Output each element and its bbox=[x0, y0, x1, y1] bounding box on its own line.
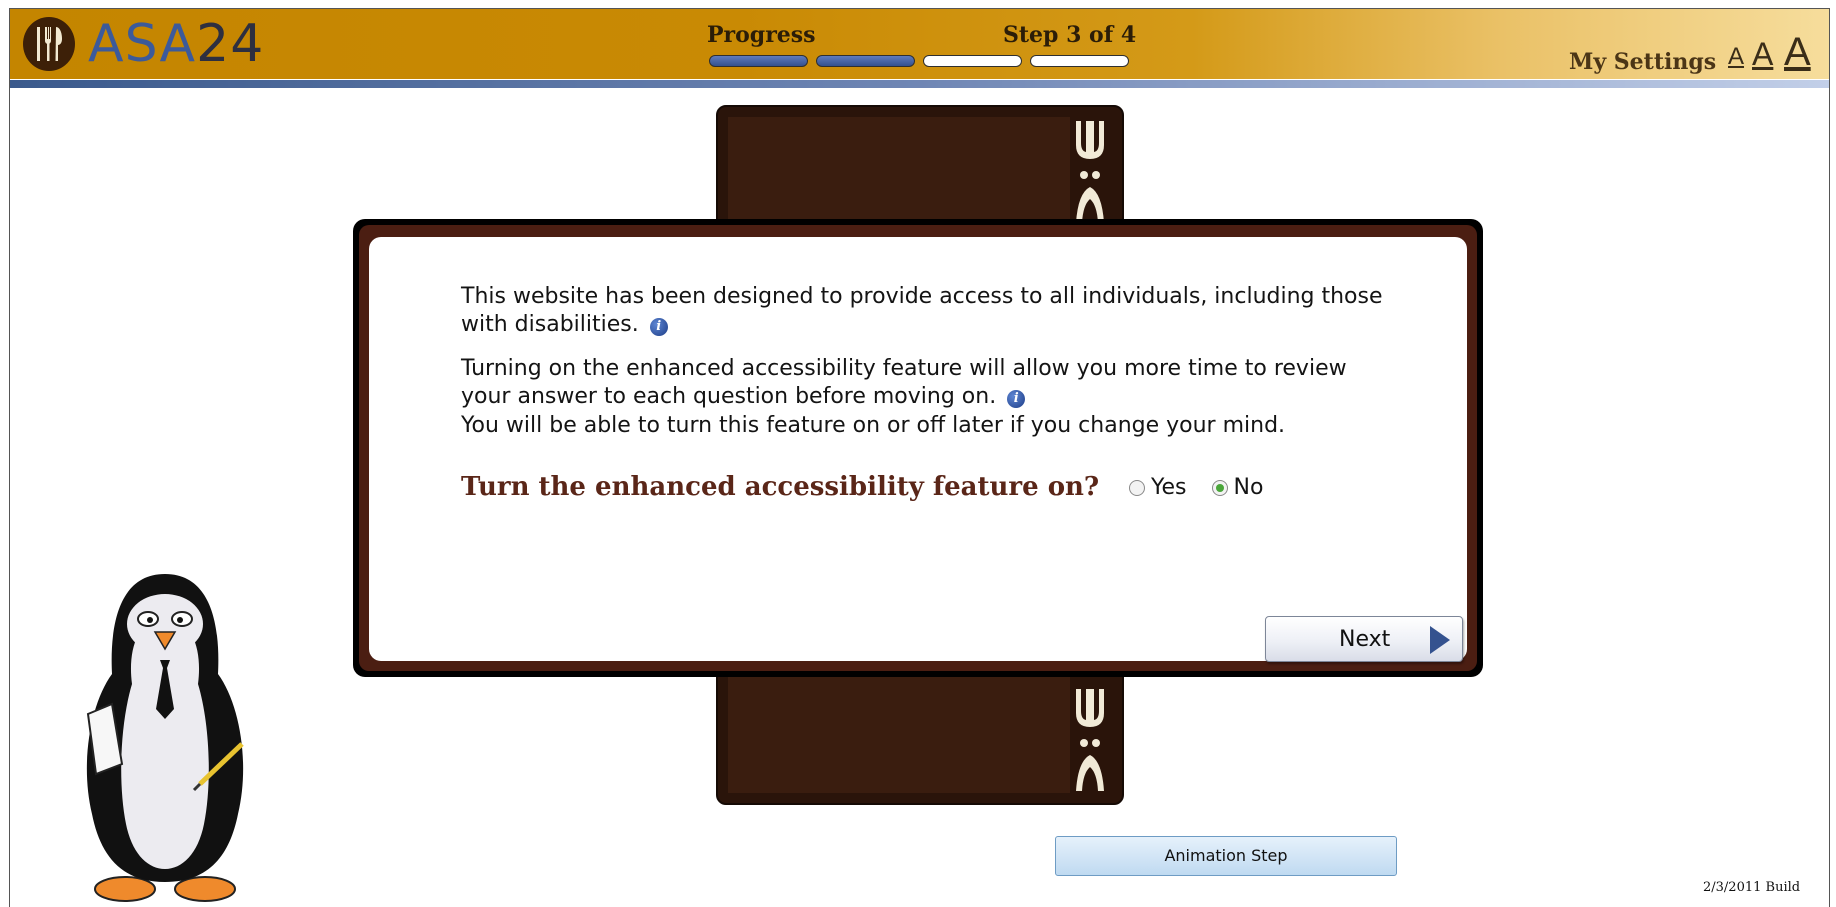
my-settings-link[interactable]: My Settings bbox=[1569, 49, 1716, 75]
header-divider bbox=[10, 80, 1829, 88]
accessibility-dialog: This website has been designed to provid… bbox=[353, 219, 1483, 677]
progress-label: Progress bbox=[707, 22, 816, 48]
radio-no-button[interactable] bbox=[1211, 479, 1228, 496]
next-button[interactable]: Next bbox=[1265, 616, 1463, 662]
accessibility-radio-group: Yes No bbox=[1129, 475, 1281, 502]
build-label: 2/3/2011 Build bbox=[1703, 880, 1801, 895]
dialog-body: This website has been designed to provid… bbox=[369, 237, 1467, 662]
feature-paragraph: Turning on the enhanced accessibility fe… bbox=[461, 355, 1401, 411]
fork-ornament-icon bbox=[1070, 685, 1110, 793]
logo-letters: ASA bbox=[88, 14, 197, 74]
radio-yes-label: Yes bbox=[1151, 475, 1187, 500]
accessibility-question: Turn the enhanced accessibility feature … bbox=[461, 472, 1100, 502]
next-button-label: Next bbox=[1339, 627, 1391, 652]
feature-text: Turning on the enhanced accessibility fe… bbox=[461, 356, 1347, 409]
progress-segment bbox=[816, 55, 915, 67]
info-icon[interactable]: i bbox=[1007, 390, 1026, 408]
font-size-large[interactable]: A bbox=[1784, 30, 1811, 75]
penguin-waiter-mascot bbox=[70, 564, 260, 904]
progress-segment bbox=[923, 55, 1022, 67]
font-size-medium[interactable]: A bbox=[1752, 36, 1773, 73]
info-icon[interactable]: i bbox=[649, 318, 668, 336]
app-frame: ASA24 Progress Step 3 of 4 My Settings A… bbox=[9, 8, 1830, 907]
radio-no-label: No bbox=[1233, 475, 1264, 500]
fork-ornament-icon bbox=[1070, 117, 1110, 225]
progress-segment bbox=[709, 55, 808, 67]
logo-text: ASA24 bbox=[88, 14, 264, 74]
step-label: Step 3 of 4 bbox=[1003, 22, 1137, 48]
animation-step-button[interactable]: Animation Step bbox=[1055, 836, 1397, 876]
logo-utensils-icon bbox=[23, 17, 75, 71]
change-later-paragraph: You will be able to turn this feature on… bbox=[461, 413, 1286, 438]
intro-paragraph: This website has been designed to provid… bbox=[461, 283, 1401, 339]
radio-yes[interactable]: Yes bbox=[1129, 475, 1187, 500]
header-bar: ASA24 Progress Step 3 of 4 My Settings A… bbox=[10, 9, 1829, 79]
intro-text: This website has been designed to provid… bbox=[461, 284, 1383, 337]
logo-number: 24 bbox=[196, 14, 265, 74]
font-size-small[interactable]: A bbox=[1728, 43, 1744, 71]
radio-yes-button[interactable] bbox=[1129, 479, 1145, 496]
next-arrow-icon bbox=[1430, 626, 1450, 654]
progress-segment bbox=[1030, 55, 1129, 67]
radio-no[interactable]: No bbox=[1211, 475, 1264, 500]
